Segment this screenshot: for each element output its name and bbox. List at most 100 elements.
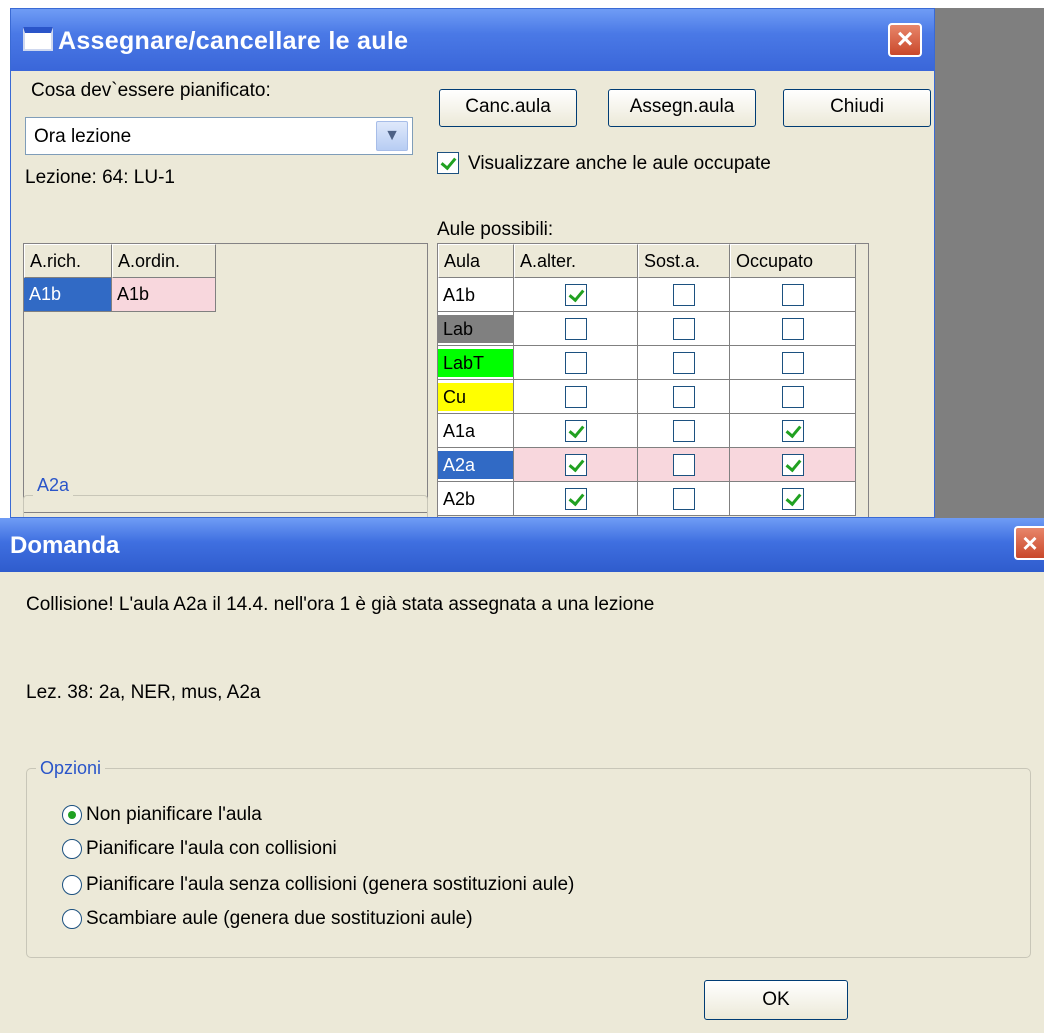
column-header[interactable]: Aula: [438, 244, 514, 278]
occupato-cell[interactable]: [730, 482, 856, 516]
room-cell[interactable]: A1b: [438, 278, 514, 312]
alter-checkbox[interactable]: [565, 386, 587, 408]
occupato-checkbox[interactable]: [782, 352, 804, 374]
table-row[interactable]: Lab: [438, 312, 856, 346]
occupato-checkbox[interactable]: [782, 386, 804, 408]
alter-cell[interactable]: [514, 414, 638, 448]
dialog-title: Assegnare/cancellare le aule: [58, 27, 409, 55]
radio-button[interactable]: [62, 805, 82, 825]
title-bar[interactable]: Assegnare/cancellare le aule ×: [11, 9, 934, 71]
alter-checkbox[interactable]: [565, 352, 587, 374]
assign-room-button[interactable]: Assegn.aula: [608, 89, 756, 127]
table-row[interactable]: LabT: [438, 346, 856, 380]
occupato-cell[interactable]: [730, 448, 856, 482]
sost-cell[interactable]: [638, 482, 730, 516]
occupato-cell[interactable]: [730, 414, 856, 448]
dialog-title: Domanda: [10, 532, 120, 559]
show-occupied-checkbox[interactable]: [437, 152, 459, 174]
requested-rooms-grid: A.rich. A.ordin. A1b A1b: [23, 243, 428, 513]
occupato-cell[interactable]: [730, 380, 856, 414]
lesson-label: Lezione: 64: LU-1: [25, 167, 175, 188]
sost-cell[interactable]: [638, 380, 730, 414]
occupato-checkbox[interactable]: [782, 420, 804, 442]
table-row[interactable]: A1a: [438, 414, 856, 448]
sost-checkbox[interactable]: [673, 386, 695, 408]
close-icon[interactable]: ×: [1014, 526, 1044, 560]
planned-select-value: Ora lezione: [34, 126, 132, 147]
question-dialog: Domanda × Collisione! L'aula A2a il 14.4…: [0, 518, 1044, 1033]
room-cell[interactable]: LabT: [438, 346, 514, 380]
table-row[interactable]: A1b: [438, 278, 856, 312]
alter-checkbox[interactable]: [565, 454, 587, 476]
alter-checkbox[interactable]: [565, 284, 587, 306]
occupato-cell[interactable]: [730, 278, 856, 312]
table-cell[interactable]: A1b: [112, 278, 216, 312]
alter-checkbox[interactable]: [565, 420, 587, 442]
table-row[interactable]: A2b: [438, 482, 856, 516]
occupato-checkbox[interactable]: [782, 318, 804, 340]
sost-cell[interactable]: [638, 414, 730, 448]
title-bar[interactable]: Domanda: [0, 518, 1044, 572]
occupato-cell[interactable]: [730, 346, 856, 380]
possible-rooms-grid: Aula A.alter. Sost.a. Occupato A1b Lab Lab…: [437, 243, 869, 517]
occupato-checkbox[interactable]: [782, 488, 804, 510]
option-label: Pianificare l'aula senza collisioni (gen…: [86, 874, 575, 895]
ok-button[interactable]: OK: [704, 980, 848, 1020]
option-label: Non pianificare l'aula: [86, 804, 262, 825]
alter-cell[interactable]: [514, 380, 638, 414]
sost-cell[interactable]: [638, 346, 730, 380]
alter-checkbox[interactable]: [565, 318, 587, 340]
sost-checkbox[interactable]: [673, 284, 695, 306]
occupato-checkbox[interactable]: [782, 284, 804, 306]
room-cell[interactable]: A2b: [438, 482, 514, 516]
alter-checkbox[interactable]: [565, 488, 587, 510]
sost-checkbox[interactable]: [673, 420, 695, 442]
alter-cell[interactable]: [514, 346, 638, 380]
sost-checkbox[interactable]: [673, 318, 695, 340]
options-label: Opzioni: [36, 758, 106, 779]
column-header[interactable]: A.alter.: [514, 244, 638, 278]
show-occupied-label: Visualizzare anche le aule occupate: [468, 153, 771, 174]
room-name: Cu: [438, 383, 513, 411]
radio-button[interactable]: [62, 909, 82, 929]
table-row[interactable]: Cu: [438, 380, 856, 414]
room-name: A1a: [438, 417, 513, 445]
sost-checkbox[interactable]: [673, 488, 695, 510]
occupato-checkbox[interactable]: [782, 454, 804, 476]
window-icon: [23, 27, 53, 51]
column-header[interactable]: A.ordin.: [112, 244, 216, 278]
chevron-down-icon[interactable]: ▼: [376, 121, 408, 151]
sost-checkbox[interactable]: [673, 352, 695, 374]
table-cell[interactable]: A1b: [24, 278, 112, 312]
room-cell[interactable]: A1a: [438, 414, 514, 448]
sost-cell[interactable]: [638, 312, 730, 346]
column-header[interactable]: Occupato: [730, 244, 856, 278]
room-cell[interactable]: Cu: [438, 380, 514, 414]
room-cell[interactable]: A2a: [438, 448, 514, 482]
cancel-room-button[interactable]: Canc.aula: [439, 89, 577, 127]
sost-cell[interactable]: [638, 448, 730, 482]
occupato-cell[interactable]: [730, 312, 856, 346]
radio-button[interactable]: [62, 875, 82, 895]
room-cell[interactable]: Lab: [438, 312, 514, 346]
assign-rooms-dialog: Assegnare/cancellare le aule × Cosa dev`…: [10, 8, 935, 518]
radio-button[interactable]: [62, 839, 82, 859]
option-label: Scambiare aule (genera due sostituzioni …: [86, 908, 473, 929]
alter-cell[interactable]: [514, 448, 638, 482]
alter-cell[interactable]: [514, 312, 638, 346]
close-icon[interactable]: ×: [888, 23, 922, 57]
lesson-detail: Lez. 38: 2a, NER, mus, A2a: [26, 682, 261, 703]
close-button[interactable]: Chiudi: [783, 89, 931, 127]
room-name: Lab: [438, 315, 513, 343]
column-header[interactable]: A.rich.: [24, 244, 112, 278]
possible-rooms-label: Aule possibili:: [437, 219, 554, 240]
fieldset-label: A2a: [33, 475, 74, 496]
sost-checkbox[interactable]: [673, 454, 695, 476]
alter-cell[interactable]: [514, 482, 638, 516]
alter-cell[interactable]: [514, 278, 638, 312]
sost-cell[interactable]: [638, 278, 730, 312]
column-header[interactable]: Sost.a.: [638, 244, 730, 278]
planned-select[interactable]: Ora lezione ▼: [25, 117, 413, 155]
table-row[interactable]: A2a: [438, 448, 856, 482]
room-fieldset: [23, 495, 428, 517]
